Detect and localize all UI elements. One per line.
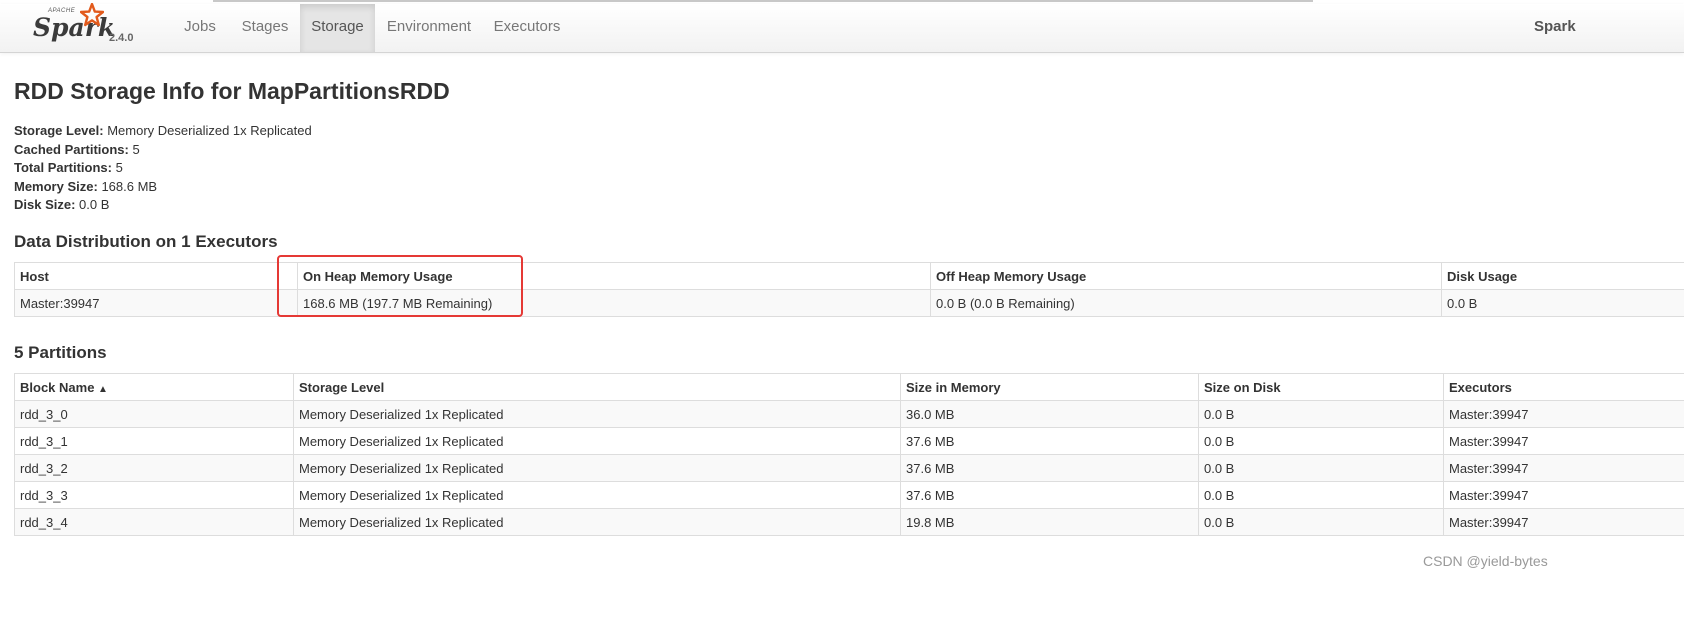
table-row: rdd_3_0 Memory Deserialized 1x Replicate…: [14, 400, 1684, 428]
csdn-watermark: CSDN @yield-bytes: [1423, 553, 1548, 569]
cell-size-in-memory: 19.8 MB: [900, 508, 1199, 536]
cell-block-name: rdd_3_0: [14, 400, 294, 428]
table-row: rdd_3_4 Memory Deserialized 1x Replicate…: [14, 508, 1684, 536]
data-distribution-table: Host On Heap Memory Usage Off Heap Memor…: [14, 262, 1684, 317]
cell-storage-level: Memory Deserialized 1x Replicated: [293, 481, 901, 509]
rdd-summary-list: Storage Level: Memory Deserialized 1x Re…: [14, 122, 312, 215]
summary-label: Disk Size:: [14, 197, 76, 213]
spark-logo[interactable]: APACHE Spark 2.4.0: [30, 3, 140, 49]
cell-executors: Master:39947: [1443, 508, 1684, 536]
cell-executors: Master:39947: [1443, 427, 1684, 455]
summary-value: Memory Deserialized 1x Replicated: [107, 123, 312, 138]
column-header-host[interactable]: Host: [14, 262, 298, 290]
summary-total-partitions: Total Partitions: 5: [14, 159, 312, 178]
table-row: Master:39947 168.6 MB (197.7 MB Remainin…: [14, 289, 1684, 317]
cell-off-heap: 0.0 B (0.0 B Remaining): [930, 289, 1442, 317]
summary-label: Memory Size:: [14, 178, 98, 194]
red-highlight-box: [277, 255, 523, 317]
cell-block-name: rdd_3_1: [14, 427, 294, 455]
summary-storage-level: Storage Level: Memory Deserialized 1x Re…: [14, 122, 312, 141]
summary-label: Cached Partitions:: [14, 141, 129, 157]
distribution-heading: Data Distribution on 1 Executors: [14, 232, 278, 251]
app-name: Spark: [1534, 18, 1576, 35]
cell-size-in-memory: 36.0 MB: [900, 400, 1199, 428]
summary-value: 0.0 B: [79, 197, 110, 213]
cell-executors: Master:39947: [1443, 400, 1684, 428]
cell-executors: Master:39947: [1443, 481, 1684, 509]
summary-value: 5: [115, 160, 123, 176]
page-title: RDD Storage Info for MapPartitionsRDD: [14, 78, 450, 104]
cell-storage-level: Memory Deserialized 1x Replicated: [293, 454, 901, 482]
table-row: rdd_3_1 Memory Deserialized 1x Replicate…: [14, 427, 1684, 455]
column-header-label: Block Name: [20, 379, 95, 395]
tab-storage[interactable]: Storage: [300, 4, 375, 52]
summary-cached-partitions: Cached Partitions: 5: [14, 141, 312, 160]
column-header-size-on-disk[interactable]: Size on Disk: [1198, 373, 1444, 401]
partitions-heading: 5 Partitions: [14, 343, 107, 362]
cell-block-name: rdd_3_4: [14, 508, 294, 536]
column-header-off-heap-memory[interactable]: Off Heap Memory Usage: [930, 262, 1442, 290]
table-header-row: Block Name ▲ Storage Level Size in Memor…: [14, 373, 1684, 401]
summary-memory-size: Memory Size: 168.6 MB: [14, 178, 312, 197]
cell-size-on-disk: 0.0 B: [1198, 508, 1444, 536]
summary-value: 168.6 MB: [101, 178, 158, 194]
tab-stages[interactable]: Stages: [230, 4, 300, 52]
summary-label: Total Partitions:: [14, 160, 112, 176]
sort-ascending-icon[interactable]: ▲: [98, 384, 108, 395]
cell-size-on-disk: 0.0 B: [1198, 481, 1444, 509]
cell-size-in-memory: 37.6 MB: [900, 454, 1199, 482]
cell-block-name: rdd_3_2: [14, 454, 294, 482]
cell-host: Master:39947: [14, 289, 298, 317]
column-header-block-name[interactable]: Block Name ▲: [14, 373, 294, 401]
tab-jobs[interactable]: Jobs: [172, 4, 228, 52]
cell-storage-level: Memory Deserialized 1x Replicated: [293, 508, 901, 536]
cell-storage-level: Memory Deserialized 1x Replicated: [293, 427, 901, 455]
cell-size-on-disk: 0.0 B: [1198, 454, 1444, 482]
cell-executors: Master:39947: [1443, 454, 1684, 482]
table-row: rdd_3_2 Memory Deserialized 1x Replicate…: [14, 454, 1684, 482]
cell-storage-level: Memory Deserialized 1x Replicated: [293, 400, 901, 428]
summary-label: Storage Level:: [14, 123, 104, 138]
column-header-size-in-memory[interactable]: Size in Memory: [900, 373, 1199, 401]
top-navbar: APACHE Spark 2.4.0 Jobs Stages Storage E…: [0, 3, 1684, 53]
cell-block-name: rdd_3_3: [14, 481, 294, 509]
cell-size-in-memory: 37.6 MB: [900, 481, 1199, 509]
spark-version: 2.4.0: [109, 32, 134, 44]
cell-size-on-disk: 0.0 B: [1198, 400, 1444, 428]
cell-size-on-disk: 0.0 B: [1198, 427, 1444, 455]
summary-disk-size: Disk Size: 0.0 B: [14, 196, 312, 215]
summary-value: 5: [132, 141, 140, 157]
column-header-disk-usage[interactable]: Disk Usage: [1441, 262, 1684, 290]
cell-size-in-memory: 37.6 MB: [900, 427, 1199, 455]
partitions-table: Block Name ▲ Storage Level Size in Memor…: [14, 373, 1684, 536]
browser-top-edge: [213, 0, 1313, 2]
spark-star-icon: [80, 3, 104, 27]
table-row: rdd_3_3 Memory Deserialized 1x Replicate…: [14, 481, 1684, 509]
column-header-executors[interactable]: Executors: [1443, 373, 1684, 401]
column-header-storage-level[interactable]: Storage Level: [293, 373, 901, 401]
tab-environment[interactable]: Environment: [378, 4, 480, 52]
cell-disk: 0.0 B: [1441, 289, 1684, 317]
table-header-row: Host On Heap Memory Usage Off Heap Memor…: [14, 262, 1684, 290]
tab-executors[interactable]: Executors: [483, 4, 571, 52]
